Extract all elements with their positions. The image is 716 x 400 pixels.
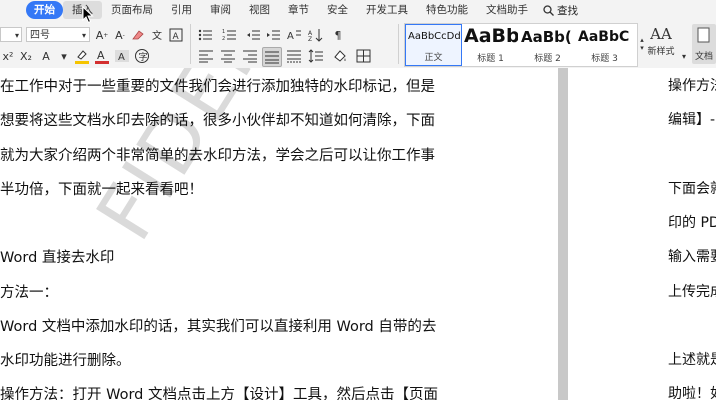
tab-special-features[interactable]: 特色功能 [417, 1, 477, 19]
tab-security[interactable]: 安全 [318, 1, 357, 19]
new-style-icon: AA [650, 25, 672, 43]
char-border-icon[interactable]: A [168, 27, 184, 43]
paragraph-line: 输入需要 [668, 249, 716, 265]
font-size-value: 四号 [30, 30, 50, 41]
styles-gallery: AaBbCcDd 正文 AaBb 标题 1 AaBb( 标题 2 AaBbC 标… [404, 23, 638, 67]
paragraph-line: 编辑】- [668, 112, 716, 128]
search-button[interactable]: 查找 [537, 3, 584, 18]
ribbon-toolbar: ▾ 四号 ▾ A + A- 文 A x² X₂ A ▾ A A 字 12 A A… [0, 20, 716, 69]
chevron-down-icon: ▾ [14, 31, 19, 40]
style-name: 标题 2 [534, 54, 561, 64]
doc-assistant-button[interactable]: 文档 [692, 24, 716, 64]
borders-icon[interactable] [356, 48, 372, 64]
chevron-down-icon[interactable]: ▾ [56, 48, 72, 64]
paragraph-line: 在工作中对于一些重要的文件我们会进行添加独特的水印标记，但是 [0, 79, 435, 95]
chevron-down-icon[interactable]: ▾ [676, 48, 692, 64]
shrink-font-icon[interactable]: A- [112, 27, 128, 43]
new-style-button[interactable]: AA 新样式 [646, 24, 676, 57]
document-area: FIDENTIAL 在工作中对于一些重要的文件我们会进行添加独特的水印标记，但是… [0, 68, 716, 400]
style-heading-1[interactable]: AaBb 标题 1 [462, 24, 519, 66]
svg-text:A: A [118, 52, 125, 63]
paragraph-line: 半功倍，下面就一起来看看吧！ [0, 182, 203, 198]
style-sample: AaBb [464, 25, 518, 47]
style-name: 标题 3 [591, 54, 618, 64]
svg-text:2: 2 [222, 36, 225, 42]
paragraph-line: 就为大家介绍两个非常简单的去水印方法，学会之后可以让你工作事 [0, 148, 435, 164]
svg-text:字: 字 [139, 51, 148, 63]
menu-bar: 开始 插入 页面布局 引用 审阅 视图 章节 安全 开发工具 特色功能 文档助手… [0, 0, 716, 20]
paragraph-line: 上述就是 [668, 352, 716, 368]
text-effect-icon[interactable]: A [38, 48, 54, 64]
bulleted-list-icon[interactable] [198, 27, 214, 43]
tab-review[interactable]: 审阅 [201, 1, 240, 19]
tab-developer[interactable]: 开发工具 [357, 1, 417, 19]
mouse-cursor-icon [82, 6, 94, 24]
paragraph-line: 上传完成 [668, 284, 716, 300]
tab-view[interactable]: 视图 [240, 1, 279, 19]
style-name: 标题 1 [477, 54, 504, 64]
svg-text:文: 文 [152, 29, 162, 42]
paragraph-line: Word 文档中添加水印的话，其实我们可以直接利用 Word 自带的去 [0, 319, 437, 335]
superscript-icon[interactable]: x² [0, 48, 16, 64]
increase-indent-icon[interactable] [266, 27, 282, 43]
clear-format-icon[interactable] [130, 27, 146, 43]
doc-icon [697, 27, 710, 43]
style-name: 正文 [424, 53, 443, 63]
grow-font-icon[interactable]: A + [94, 27, 110, 43]
svg-text:A: A [97, 49, 105, 62]
tab-doc-assistant[interactable]: 文档助手 [477, 1, 537, 19]
search-icon [543, 4, 554, 16]
sort-icon[interactable]: AZ [308, 27, 324, 43]
svg-text:Z: Z [308, 36, 312, 42]
search-label: 查找 [557, 4, 578, 17]
distributed-icon[interactable] [286, 48, 302, 64]
chinese-layout-icon[interactable]: A [286, 27, 302, 43]
align-left-icon[interactable] [198, 48, 214, 64]
subscript-icon[interactable]: X₂ [18, 48, 34, 64]
paragraph-line: 下面会就 [668, 181, 716, 197]
align-center-icon[interactable] [220, 48, 236, 64]
line-spacing-icon[interactable] [308, 48, 324, 64]
shading-fill-icon[interactable] [332, 48, 348, 64]
style-sample: AaBbCcDd [408, 31, 461, 42]
styles-scroll-icon[interactable]: ▴ ▾ [638, 23, 646, 65]
align-right-icon[interactable] [242, 48, 258, 64]
font-color-icon[interactable]: A [94, 48, 110, 64]
paragraph-line: 想要将这些文档水印去除的话，很多小伙伴却不知道如何清除，下面 [0, 113, 435, 129]
paragraph-line: 水印功能进行删除。 [0, 353, 131, 369]
tab-references[interactable]: 引用 [162, 1, 201, 19]
paragraph-line: 助啦！如 [668, 386, 716, 400]
font-size-dropdown[interactable]: 四号 ▾ [26, 27, 90, 42]
show-hide-marks-icon[interactable]: ¶ [330, 27, 346, 43]
tab-page-layout[interactable]: 页面布局 [102, 1, 162, 19]
tab-start[interactable]: 开始 [26, 1, 63, 19]
svg-text:A: A [173, 32, 180, 42]
document-page-2[interactable]: 操作方法 编辑】- 下面会就 印的 PD 输入需要 上传完成 上述就是 助啦！如 [568, 68, 716, 400]
document-page[interactable]: FIDENTIAL 在工作中对于一些重要的文件我们会进行添加独特的水印标记，但是… [0, 68, 558, 400]
numbered-list-icon[interactable]: 12 [222, 27, 238, 43]
style-heading-3[interactable]: AaBbC 标题 3 [576, 24, 633, 66]
style-normal[interactable]: AaBbCcDd 正文 [405, 24, 462, 66]
justify-icon[interactable] [262, 47, 282, 67]
style-sample: AaBb( [521, 28, 572, 46]
paragraph-line: 印的 PD [668, 215, 716, 231]
char-shading-icon[interactable]: A [114, 48, 130, 64]
paragraph-line: 方法一： [0, 285, 58, 301]
svg-text:A: A [287, 31, 294, 42]
heading-line: Word 直接去水印 [0, 250, 115, 266]
tab-sections[interactable]: 章节 [279, 1, 318, 19]
new-style-label: 新样式 [647, 47, 675, 57]
svg-text:1: 1 [222, 29, 225, 35]
style-heading-2[interactable]: AaBb( 标题 2 [519, 24, 576, 66]
style-sample: AaBbC [578, 29, 630, 45]
doc-assistant-label: 文档 [695, 52, 714, 62]
chevron-down-icon: ▾ [81, 31, 86, 40]
pinyin-icon[interactable]: 文 [150, 27, 166, 43]
highlight-icon[interactable] [74, 48, 90, 64]
paragraph-line: 操作方法 [668, 78, 716, 94]
enclose-char-icon[interactable]: 字 [134, 48, 150, 64]
paragraph-line: 操作方法：打开 Word 文档点击上方【设计】工具，然后点击【页面 [0, 387, 438, 400]
font-name-dropdown[interactable]: ▾ [0, 27, 22, 42]
decrease-indent-icon[interactable] [246, 27, 262, 43]
